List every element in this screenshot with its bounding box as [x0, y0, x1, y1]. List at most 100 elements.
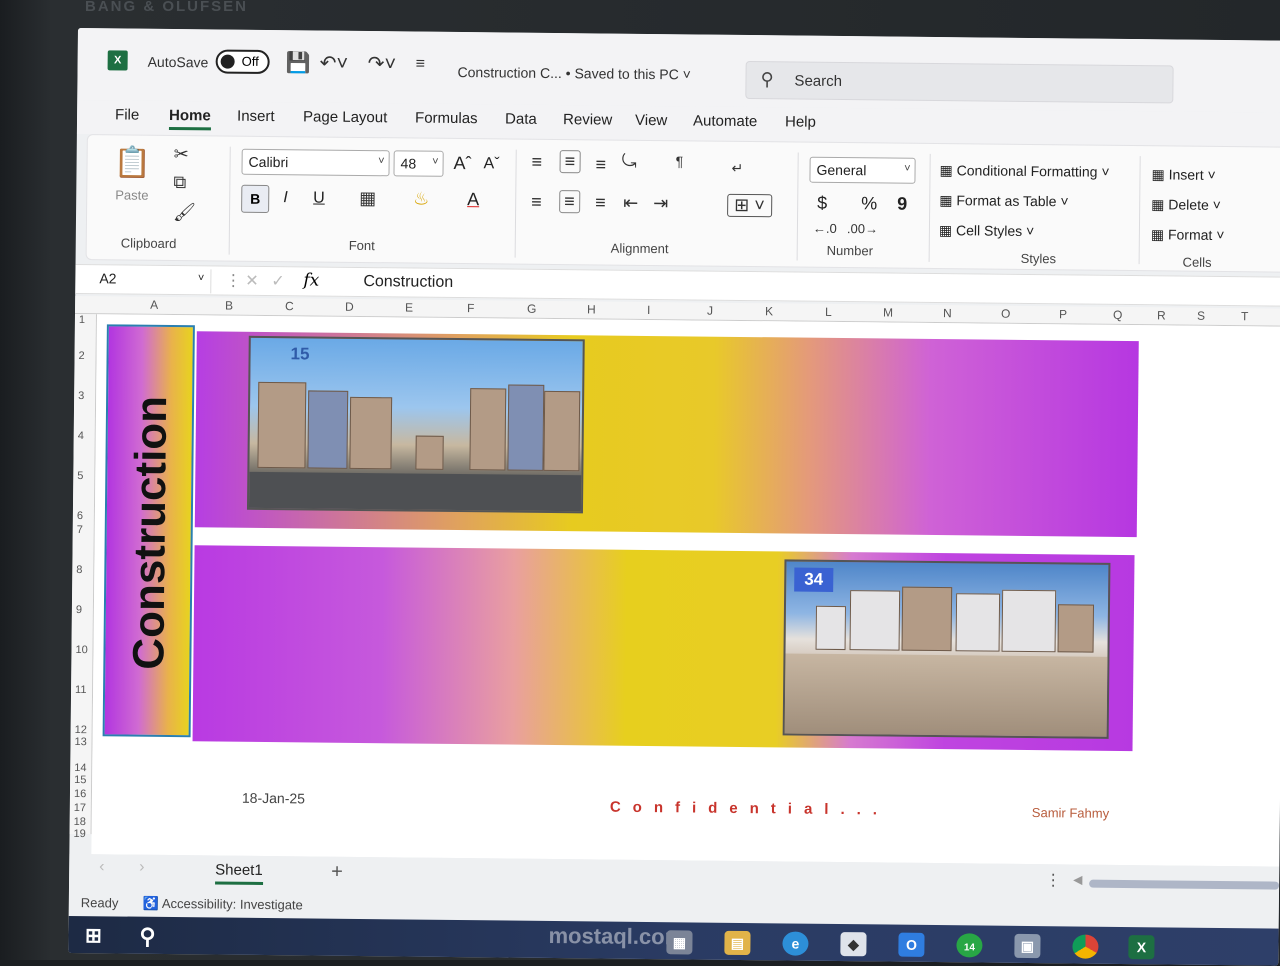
search-icon[interactable]: ⚲: [134, 924, 160, 949]
row-header[interactable]: 15: [74, 774, 86, 786]
column-header[interactable]: C: [285, 299, 294, 313]
save-icon[interactable]: 💾: [286, 50, 311, 75]
conditional-formatting-button[interactable]: ▦ Conditional Formatting ˅: [939, 162, 1109, 181]
outlook-icon[interactable]: O: [898, 932, 925, 957]
insert-cells-button[interactable]: ▦ Insert ˅: [1151, 166, 1215, 184]
column-header[interactable]: F: [467, 301, 474, 315]
excel-taskbar-icon[interactable]: X: [1128, 935, 1155, 960]
row-header[interactable]: 14: [74, 762, 86, 774]
more-options-icon[interactable]: ⋮: [225, 271, 241, 291]
column-header[interactable]: D: [345, 300, 354, 314]
formula-input[interactable]: Construction: [363, 273, 453, 292]
row-header[interactable]: 8: [76, 564, 82, 576]
redo-icon[interactable]: ↷˅: [368, 51, 397, 76]
column-header[interactable]: P: [1059, 307, 1067, 321]
borders-icon[interactable]: ▦: [359, 188, 376, 209]
row-header[interactable]: 1: [79, 314, 85, 326]
increase-decimal-icon[interactable]: ←.0: [813, 221, 837, 236]
align-top-icon[interactable]: ≡: [532, 152, 543, 173]
delete-cells-button[interactable]: ▦ Delete ˅: [1151, 196, 1221, 214]
column-header[interactable]: H: [587, 302, 596, 316]
number-format-select[interactable]: General ˅: [809, 156, 916, 184]
grow-font-icon[interactable]: Aˆ: [453, 153, 472, 174]
currency-icon[interactable]: $: [817, 193, 827, 214]
row-header[interactable]: 9: [76, 604, 82, 616]
search-input[interactable]: ⚲ Search: [745, 60, 1174, 104]
tab-insert[interactable]: Insert: [237, 108, 275, 125]
tab-home[interactable]: Home: [169, 107, 211, 124]
store-icon[interactable]: ◆: [840, 932, 867, 957]
format-painter-icon[interactable]: 🖌: [173, 202, 196, 223]
worksheet-grid[interactable]: Construction 15 34 18-Jan-25 Confidentia…: [91, 314, 1280, 867]
row-header[interactable]: 7: [77, 524, 83, 536]
column-header[interactable]: Q: [1113, 308, 1122, 322]
column-header[interactable]: B: [225, 299, 233, 313]
font-name-select[interactable]: Calibri ˅: [241, 148, 390, 177]
decrease-decimal-icon[interactable]: .00→: [847, 221, 878, 236]
tab-review[interactable]: Review: [563, 111, 612, 129]
format-as-table-button[interactable]: ▦ Format as Table ˅: [939, 192, 1068, 210]
align-left-icon[interactable]: ≡: [531, 192, 542, 213]
wrap-text-icon[interactable]: ↵: [731, 160, 743, 177]
insert-function-icon[interactable]: fx: [303, 270, 319, 290]
tab-automate[interactable]: Automate: [693, 112, 757, 130]
construction-photo-2[interactable]: 34: [782, 559, 1111, 739]
scroll-left-icon[interactable]: ◀: [1073, 872, 1082, 886]
underline-button[interactable]: U: [313, 189, 325, 207]
fill-color-icon[interactable]: ♨: [413, 189, 429, 210]
merge-center-icon[interactable]: ⊞ ˅: [727, 193, 772, 218]
more-options-icon[interactable]: ⋮: [1045, 870, 1061, 890]
construction-photo-1[interactable]: 15: [246, 335, 585, 514]
tab-help[interactable]: Help: [785, 113, 816, 130]
horizontal-scrollbar[interactable]: [1089, 879, 1280, 890]
column-header[interactable]: N: [943, 306, 952, 320]
add-sheet-button[interactable]: +: [331, 861, 343, 884]
column-header[interactable]: I: [647, 303, 650, 317]
row-header[interactable]: 19: [73, 828, 85, 840]
tab-page-layout[interactable]: Page Layout: [303, 108, 387, 126]
increase-indent-icon[interactable]: ⇥: [653, 193, 668, 214]
text-direction-icon[interactable]: ¶: [676, 153, 684, 169]
next-sheet-icon[interactable]: ›: [139, 859, 145, 877]
column-header[interactable]: S: [1197, 309, 1205, 323]
row-header[interactable]: 4: [78, 430, 84, 442]
whatsapp-icon[interactable]: 14: [956, 933, 983, 958]
column-header[interactable]: A: [150, 298, 158, 312]
font-size-select[interactable]: 48 ˅: [393, 150, 444, 177]
column-header[interactable]: E: [405, 300, 413, 314]
edge-icon[interactable]: e: [782, 931, 809, 956]
column-header[interactable]: L: [825, 305, 832, 319]
tab-data[interactable]: Data: [505, 110, 537, 127]
autosave-toggle[interactable]: Off: [215, 49, 270, 75]
tab-formulas[interactable]: Formulas: [415, 110, 478, 128]
windows-start-icon[interactable]: ⊞: [80, 924, 106, 948]
shrink-font-icon[interactable]: Aˇ: [484, 155, 500, 173]
cell-styles-button[interactable]: ▦ Cell Styles ˅: [939, 222, 1035, 240]
font-color-icon[interactable]: A: [467, 189, 479, 210]
copy-icon[interactable]: ⧉: [173, 172, 186, 193]
format-cells-button[interactable]: ▦ Format ˅: [1151, 226, 1225, 244]
align-center-icon[interactable]: ≡: [559, 190, 580, 214]
chrome-icon[interactable]: [1072, 934, 1099, 959]
cut-icon[interactable]: ✂: [174, 144, 189, 165]
row-header[interactable]: 10: [75, 644, 87, 656]
tab-view[interactable]: View: [635, 112, 667, 129]
paste-label[interactable]: Paste: [115, 187, 148, 202]
bold-button[interactable]: B: [241, 184, 270, 214]
row-header[interactable]: 2: [79, 350, 85, 362]
row-header[interactable]: 12: [75, 724, 87, 736]
italic-button[interactable]: I: [283, 189, 288, 207]
percent-icon[interactable]: %: [861, 193, 877, 214]
start-menu-icon[interactable]: ▦: [666, 930, 693, 955]
sheet-tab-sheet1[interactable]: Sheet1: [215, 861, 263, 885]
row-header[interactable]: 5: [77, 470, 83, 482]
column-header[interactable]: M: [883, 305, 893, 319]
file-explorer-icon[interactable]: ▤: [724, 930, 751, 956]
row-header[interactable]: 16: [74, 788, 86, 800]
row-header[interactable]: 18: [74, 816, 86, 828]
document-title[interactable]: Construction C... • Saved to this PC ˅: [457, 64, 690, 82]
row-header[interactable]: 13: [74, 736, 86, 748]
row-header[interactable]: 3: [78, 390, 84, 402]
align-middle-icon[interactable]: ≡: [559, 150, 581, 174]
column-header[interactable]: T: [1241, 309, 1248, 323]
